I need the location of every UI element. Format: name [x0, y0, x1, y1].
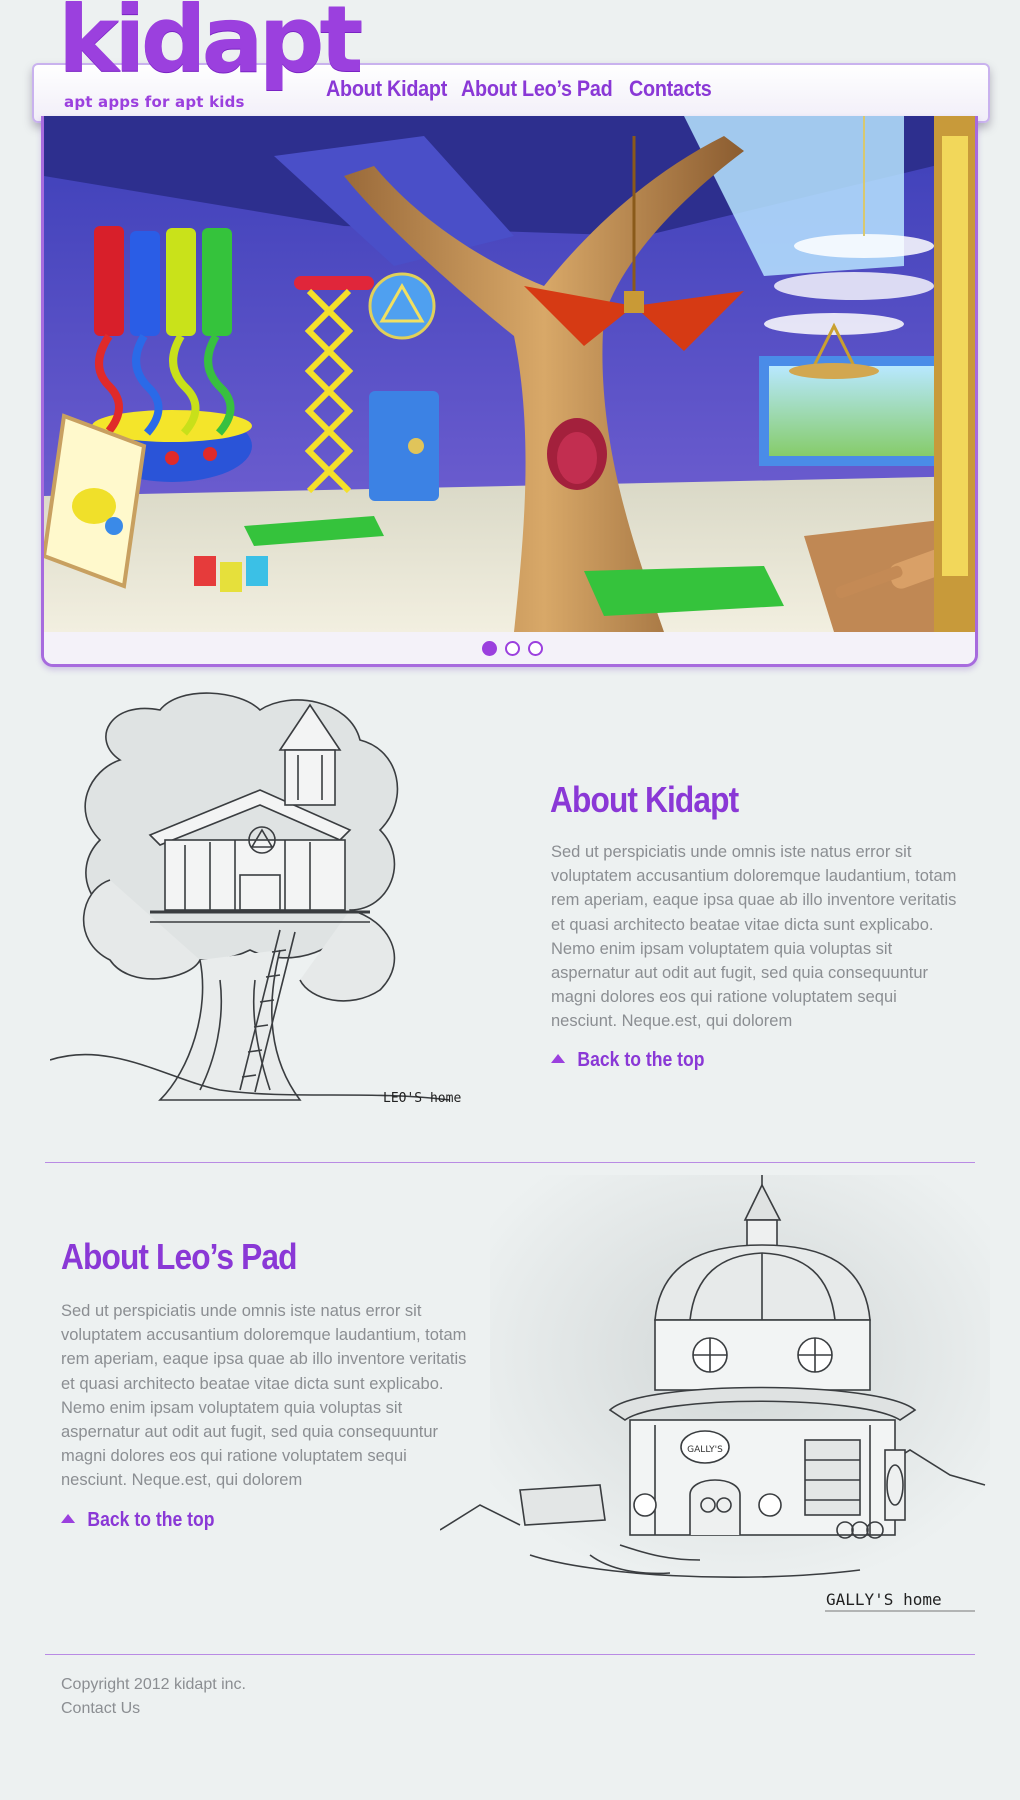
section-body-about-leos-pad: Sed ut perspiciatis unde omnis iste natu…	[61, 1302, 467, 1490]
slide-dot-1[interactable]	[482, 641, 497, 656]
section-title-about-leos-pad: About Leo’s Pad	[61, 1236, 297, 1277]
hero-slider	[41, 116, 978, 667]
sketch-caption-leos-home: LEO'S home	[383, 1091, 461, 1106]
sketch-caption-gallys-home: GALLY'S home	[826, 1590, 942, 1609]
slide-dot-3[interactable]	[528, 641, 543, 656]
slide-dot-2[interactable]	[505, 641, 520, 656]
nav-about-kidapt[interactable]: About Kidapt	[326, 76, 447, 102]
logo-wordmark: kidapt	[58, 0, 363, 93]
kidapt-logo[interactable]: kidapt apt apps for apt kids	[58, 0, 363, 116]
section-title-about-kidapt: About Kidapt	[550, 779, 739, 820]
triangle-up-icon	[551, 1054, 566, 1064]
section-divider	[45, 1162, 975, 1163]
back-to-top-label: Back to the top	[577, 1049, 705, 1071]
back-to-top-link-2[interactable]: Back to the top	[61, 1509, 215, 1532]
logo-tagline: apt apps for apt kids	[64, 93, 245, 111]
back-to-top-label: Back to the top	[87, 1509, 215, 1531]
gallys-sign-text: GALLY'S	[687, 1445, 723, 1455]
back-to-top-link-1[interactable]: Back to the top	[551, 1049, 705, 1072]
section-body-about-kidapt: Sed ut perspiciatis unde omnis iste natu…	[551, 843, 957, 1031]
nav-about-leos-pad[interactable]: About Leo’s Pad	[461, 76, 613, 102]
footer-divider	[45, 1654, 975, 1655]
nav-contacts[interactable]: Contacts	[629, 76, 712, 102]
gallys-home-sketch: GALLY'S GALLY'S home	[440, 1175, 990, 1612]
contact-us-link[interactable]: Contact Us	[61, 1700, 140, 1718]
triangle-up-icon	[61, 1514, 76, 1524]
treehouse-interior-illustration	[44, 116, 975, 632]
leos-treehouse-sketch: LEO'S home	[50, 692, 461, 1106]
copyright-text: Copyright 2012 kidapt inc.	[61, 1676, 246, 1693]
slider-controls	[44, 632, 975, 664]
